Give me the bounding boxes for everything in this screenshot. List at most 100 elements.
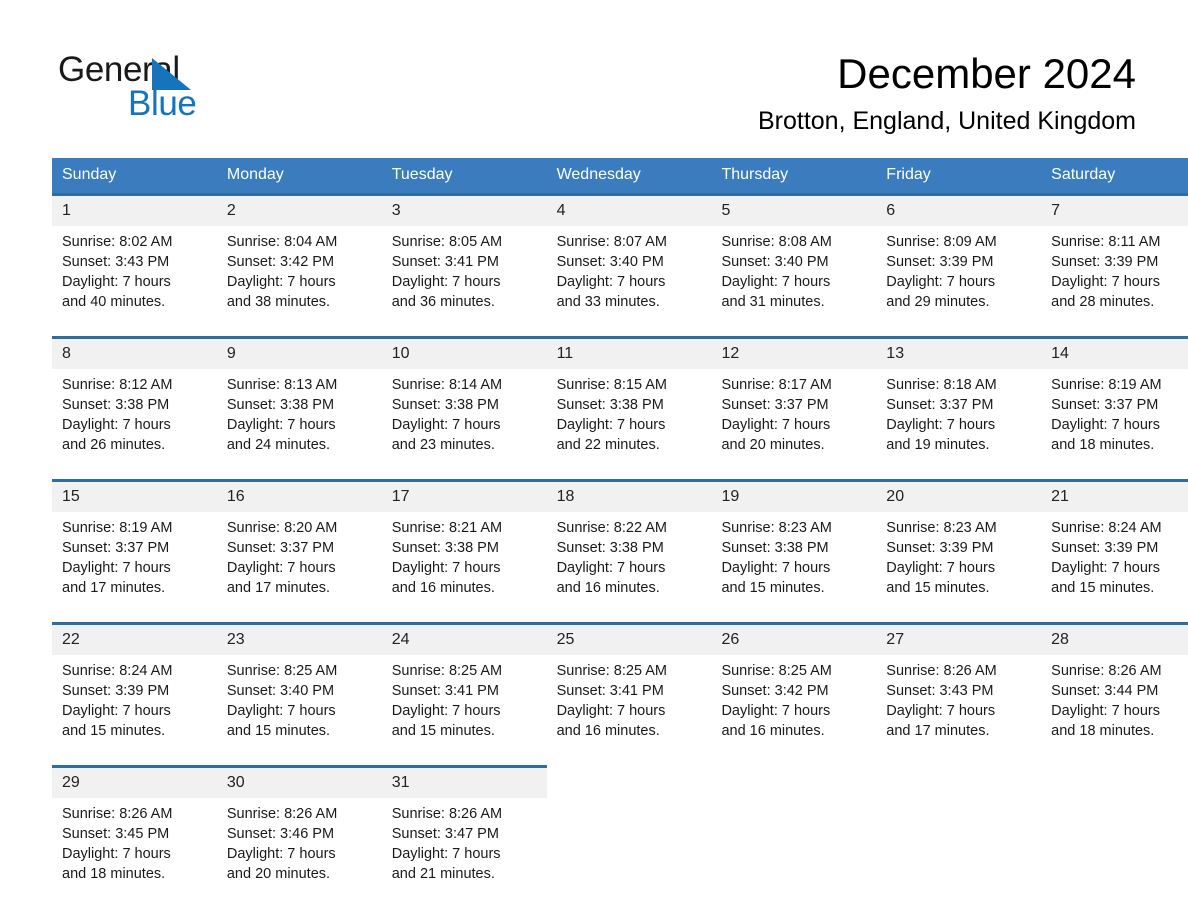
day-cell[interactable]: Sunrise: 8:19 AM Sunset: 3:37 PM Dayligh… (52, 512, 217, 608)
day-cell[interactable]: Sunrise: 8:09 AM Sunset: 3:39 PM Dayligh… (876, 226, 1042, 322)
day-cell[interactable]: Sunrise: 8:05 AM Sunset: 3:41 PM Dayligh… (381, 226, 547, 322)
title-block: December 2024 Brotton, England, United K… (758, 48, 1136, 138)
day-number[interactable]: 26 (711, 622, 877, 655)
daylight-text-line1: Daylight: 7 hours (391, 274, 501, 290)
day-number[interactable]: 3 (381, 193, 547, 226)
day-number[interactable]: 18 (546, 479, 712, 512)
day-cell[interactable]: Sunrise: 8:25 AM Sunset: 3:42 PM Dayligh… (711, 655, 877, 751)
day-cell[interactable]: Sunrise: 8:24 AM Sunset: 3:39 PM Dayligh… (52, 655, 217, 751)
daylight-text-line2: and 38 minutes. (226, 294, 331, 310)
day-number[interactable]: 2 (216, 193, 382, 226)
sunset-text: Sunset: 3:38 PM (556, 397, 664, 413)
day-cell[interactable]: Sunrise: 8:17 AM Sunset: 3:37 PM Dayligh… (711, 369, 877, 465)
day-number[interactable]: 14 (1041, 336, 1188, 369)
day-number[interactable]: 15 (52, 479, 217, 512)
day-cell[interactable]: Sunrise: 8:11 AM Sunset: 3:39 PM Dayligh… (1041, 226, 1188, 322)
column-header-monday: Monday (216, 158, 382, 195)
daylight-text-line1: Daylight: 7 hours (62, 703, 171, 719)
day-cell[interactable]: Sunrise: 8:26 AM Sunset: 3:43 PM Dayligh… (876, 655, 1042, 751)
daylight-text-line2: and 17 minutes. (226, 580, 331, 596)
sunrise-text: Sunrise: 8:02 AM (62, 234, 173, 250)
sunset-text: Sunset: 3:45 PM (62, 826, 170, 842)
day-cell[interactable]: Sunrise: 8:19 AM Sunset: 3:37 PM Dayligh… (1041, 369, 1188, 465)
day-cell[interactable]: Sunrise: 8:04 AM Sunset: 3:42 PM Dayligh… (216, 226, 382, 322)
day-number[interactable]: 27 (876, 622, 1042, 655)
daylight-text-line2: and 15 minutes. (886, 580, 990, 596)
column-header-wednesday: Wednesday (546, 158, 712, 195)
day-cell[interactable]: Sunrise: 8:20 AM Sunset: 3:37 PM Dayligh… (216, 512, 382, 608)
day-number[interactable]: 23 (216, 622, 382, 655)
week-separator (52, 608, 1188, 624)
sunrise-text: Sunrise: 8:24 AM (1051, 520, 1162, 536)
day-number[interactable]: 28 (1041, 622, 1188, 655)
day-cell[interactable]: Sunrise: 8:21 AM Sunset: 3:38 PM Dayligh… (381, 512, 547, 608)
day-number[interactable]: 21 (1041, 479, 1188, 512)
day-cell[interactable]: Sunrise: 8:08 AM Sunset: 3:40 PM Dayligh… (711, 226, 877, 322)
sunrise-text: Sunrise: 8:18 AM (886, 377, 997, 393)
sunrise-text: Sunrise: 8:20 AM (226, 520, 338, 536)
day-number[interactable]: 25 (546, 622, 712, 655)
day-number[interactable]: 10 (381, 336, 547, 369)
day-number[interactable]: 1 (52, 193, 217, 226)
week-daynumbers-row: 1 2 3 4 5 6 7 (52, 193, 1188, 226)
daylight-text-line1: Daylight: 7 hours (62, 274, 171, 290)
week-details-row: Sunrise: 8:19 AM Sunset: 3:37 PM Dayligh… (52, 512, 1188, 608)
day-number[interactable]: 17 (381, 479, 547, 512)
day-cell[interactable]: Sunrise: 8:14 AM Sunset: 3:38 PM Dayligh… (381, 369, 547, 465)
day-number[interactable]: 9 (216, 336, 382, 369)
sunset-text: Sunset: 3:41 PM (391, 254, 499, 270)
daylight-text-line2: and 28 minutes. (1051, 294, 1155, 310)
day-cell[interactable]: Sunrise: 8:23 AM Sunset: 3:38 PM Dayligh… (711, 512, 877, 608)
sunrise-text: Sunrise: 8:17 AM (721, 377, 832, 393)
day-number[interactable]: 5 (711, 193, 877, 226)
sunrise-text: Sunrise: 8:19 AM (1051, 377, 1162, 393)
week-separator (52, 322, 1188, 338)
day-number[interactable]: 8 (52, 336, 217, 369)
day-cell[interactable]: Sunrise: 8:26 AM Sunset: 3:45 PM Dayligh… (52, 798, 217, 894)
sunset-text: Sunset: 3:44 PM (1051, 683, 1159, 699)
day-cell[interactable]: Sunrise: 8:25 AM Sunset: 3:40 PM Dayligh… (216, 655, 382, 751)
day-number[interactable]: 30 (216, 765, 382, 798)
day-number[interactable]: 4 (546, 193, 712, 226)
day-cell[interactable]: Sunrise: 8:02 AM Sunset: 3:43 PM Dayligh… (52, 226, 217, 322)
day-cell[interactable]: Sunrise: 8:18 AM Sunset: 3:37 PM Dayligh… (876, 369, 1042, 465)
day-cell[interactable]: Sunrise: 8:12 AM Sunset: 3:38 PM Dayligh… (52, 369, 217, 465)
day-cell[interactable]: Sunrise: 8:25 AM Sunset: 3:41 PM Dayligh… (381, 655, 547, 751)
day-number[interactable]: 19 (711, 479, 877, 512)
sunrise-text: Sunrise: 8:23 AM (886, 520, 997, 536)
day-number[interactable]: 29 (52, 765, 217, 798)
daylight-text-line2: and 15 minutes. (62, 723, 166, 739)
day-number[interactable]: 16 (216, 479, 382, 512)
day-cell[interactable]: Sunrise: 8:22 AM Sunset: 3:38 PM Dayligh… (546, 512, 712, 608)
day-number[interactable]: 6 (876, 193, 1042, 226)
day-cell[interactable]: Sunrise: 8:23 AM Sunset: 3:39 PM Dayligh… (876, 512, 1042, 608)
day-number[interactable]: 13 (876, 336, 1042, 369)
sunrise-text: Sunrise: 8:21 AM (391, 520, 503, 536)
daylight-text-line2: and 15 minutes. (1051, 580, 1155, 596)
day-cell[interactable]: Sunrise: 8:26 AM Sunset: 3:47 PM Dayligh… (381, 798, 547, 894)
day-cell[interactable]: Sunrise: 8:26 AM Sunset: 3:44 PM Dayligh… (1041, 655, 1188, 751)
daylight-text-line1: Daylight: 7 hours (556, 274, 666, 290)
day-cell[interactable]: Sunrise: 8:25 AM Sunset: 3:41 PM Dayligh… (546, 655, 712, 751)
day-cell[interactable]: Sunrise: 8:24 AM Sunset: 3:39 PM Dayligh… (1041, 512, 1188, 608)
day-number[interactable]: 7 (1041, 193, 1188, 226)
general-blue-logo[interactable]: General Blue (58, 50, 238, 123)
day-cell[interactable]: Sunrise: 8:13 AM Sunset: 3:38 PM Dayligh… (216, 369, 382, 465)
daylight-text-line2: and 29 minutes. (886, 294, 990, 310)
day-number[interactable]: 11 (546, 336, 712, 369)
day-number[interactable]: 22 (52, 622, 217, 655)
daylight-text-line1: Daylight: 7 hours (721, 560, 831, 576)
daylight-text-line2: and 26 minutes. (62, 437, 166, 453)
day-number[interactable]: 12 (711, 336, 877, 369)
day-number[interactable]: 31 (381, 765, 547, 798)
sunrise-text: Sunrise: 8:25 AM (721, 663, 832, 679)
day-number[interactable]: 20 (876, 479, 1042, 512)
day-number[interactable]: 24 (381, 622, 547, 655)
day-cell[interactable]: Sunrise: 8:15 AM Sunset: 3:38 PM Dayligh… (546, 369, 712, 465)
sunset-text: Sunset: 3:47 PM (391, 826, 499, 842)
sunrise-text: Sunrise: 8:15 AM (556, 377, 667, 393)
sunrise-text: Sunrise: 8:25 AM (556, 663, 667, 679)
day-cell[interactable]: Sunrise: 8:26 AM Sunset: 3:46 PM Dayligh… (216, 798, 382, 894)
day-cell[interactable]: Sunrise: 8:07 AM Sunset: 3:40 PM Dayligh… (546, 226, 712, 322)
week-daynumbers-row: 8 9 10 11 12 13 14 (52, 336, 1188, 369)
